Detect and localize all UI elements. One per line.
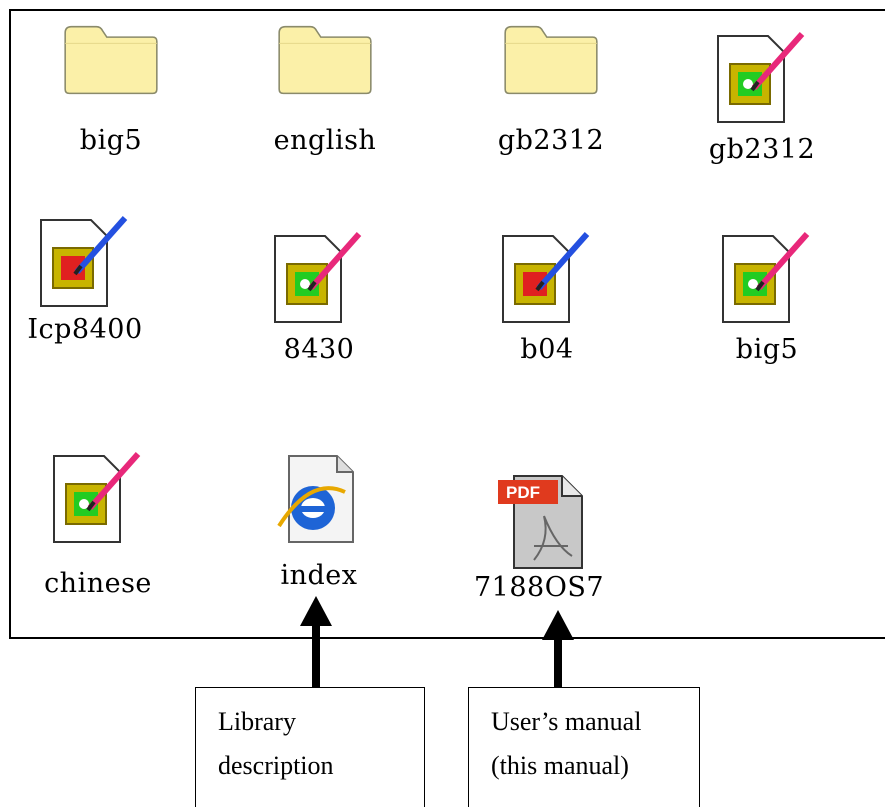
file-chinese-picture[interactable]: chinese <box>33 446 163 600</box>
file-index-html[interactable]: index <box>254 446 384 592</box>
file-pdf-document[interactable]: PDF 7188OS7 <box>474 460 604 604</box>
folder-icon <box>61 20 161 98</box>
callout-line: (this manual) <box>491 751 629 780</box>
file-label: b04 <box>520 334 574 365</box>
file-label: big5 <box>79 125 143 156</box>
file-8430-picture[interactable]: 8430 <box>254 226 384 366</box>
file-label: index <box>280 560 358 591</box>
folder-icon <box>275 20 375 98</box>
file-label: 8430 <box>283 334 355 365</box>
file-label: chinese <box>44 568 152 599</box>
file-icp8400-picture[interactable]: Icp8400 <box>20 210 150 346</box>
file-big5-picture[interactable]: big5 <box>702 226 832 366</box>
internet-explorer-document-icon <box>277 455 354 543</box>
picture-file-icon <box>722 232 810 323</box>
svg-text:PDF: PDF <box>506 483 540 502</box>
arrow-to-pdf <box>542 610 574 694</box>
picture-file-icon <box>717 32 805 123</box>
file-label: gb2312 <box>497 125 605 156</box>
arrow-to-index <box>300 596 332 688</box>
file-label: gb2312 <box>708 134 816 165</box>
picture-file-icon <box>274 232 362 323</box>
picture-file-icon <box>53 452 141 543</box>
folder-icon <box>501 20 601 98</box>
file-label: Icp8400 <box>27 314 143 345</box>
file-label: english <box>273 125 377 156</box>
folder-english[interactable]: english <box>260 20 390 157</box>
picture-file-icon <box>502 232 590 323</box>
file-gb2312-picture[interactable]: gb2312 <box>697 26 827 166</box>
callout-library-description: Library description <box>195 687 425 807</box>
folder-gb2312[interactable]: gb2312 <box>486 20 616 157</box>
file-label: 7188OS7 <box>473 572 605 603</box>
file-b04-picture[interactable]: b04 <box>482 226 612 366</box>
callout-line: Library <box>218 707 296 736</box>
folder-big5[interactable]: big5 <box>46 20 176 157</box>
file-label: big5 <box>735 334 799 365</box>
callout-users-manual: User’s manual (this manual) <box>468 687 700 807</box>
callout-line: User’s manual <box>491 707 642 736</box>
picture-file-icon <box>40 216 128 307</box>
pdf-document-icon: PDF <box>498 475 583 569</box>
callout-line: description <box>218 751 334 780</box>
